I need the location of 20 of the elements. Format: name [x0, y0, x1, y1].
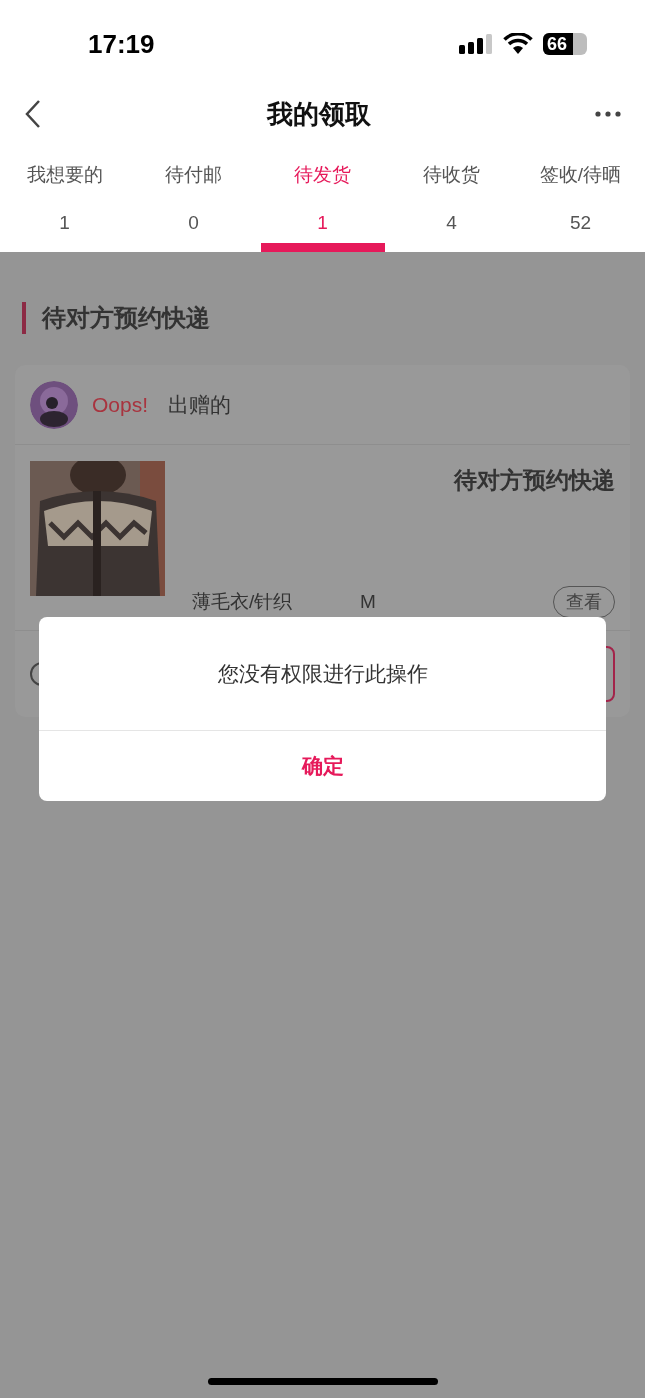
page-title: 我的领取: [266, 97, 371, 131]
order-status: 待对方预约快递: [454, 466, 615, 495]
battery-icon: 66: [543, 33, 587, 55]
section-title: 待对方预约快递: [42, 303, 210, 333]
signal-icon: [459, 33, 493, 55]
status-tab[interactable]: 签收/待晒 52: [516, 163, 645, 252]
status-tab[interactable]: 待收货 4: [387, 163, 516, 252]
dialog-message: 您没有权限进行此操作: [217, 660, 428, 687]
wifi-icon: [503, 33, 533, 55]
section-marker: [22, 302, 26, 334]
status-tab[interactable]: 我想要的 1: [0, 163, 129, 252]
status-tab[interactable]: 待付邮 0: [129, 163, 258, 252]
more-icon[interactable]: [595, 111, 621, 117]
status-time: 17:19: [88, 27, 155, 61]
back-icon[interactable]: [24, 99, 42, 129]
status-tab[interactable]: 待发货 1: [258, 163, 387, 252]
confirm-button[interactable]: 确定: [39, 731, 606, 801]
item-category: 薄毛衣/针织: [192, 589, 294, 614]
item-size: M: [360, 589, 376, 614]
relation-label: 出赠的: [168, 391, 232, 418]
